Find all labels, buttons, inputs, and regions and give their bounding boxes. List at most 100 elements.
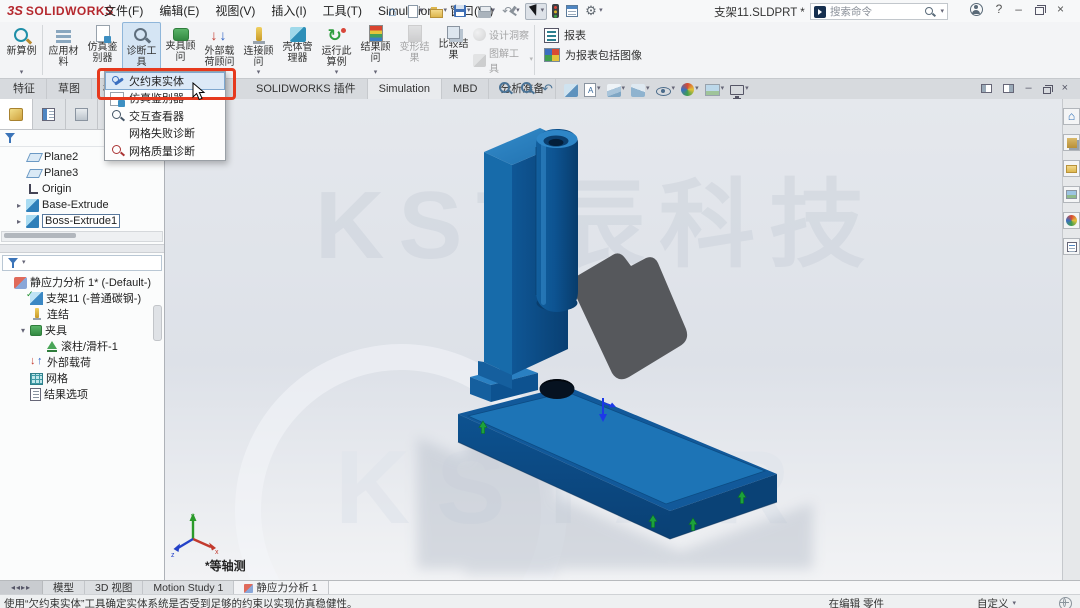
hud-view-orientation-button[interactable]: ▾ — [606, 82, 627, 97]
expand-arrow-icon[interactable]: ▾ — [18, 326, 28, 335]
task-pane-appearances-button[interactable] — [1063, 212, 1080, 229]
menu-item-4[interactable]: 插入(I) — [263, 0, 314, 22]
hud-annotation-view-button[interactable]: ▾ — [583, 82, 602, 97]
qat-rebuild-button[interactable] — [550, 3, 561, 19]
tree-item-Base-Extrude[interactable]: ▸Base-Extrude — [0, 197, 164, 213]
task-pane-design-library-button[interactable] — [1063, 134, 1080, 151]
customize-dropdown-icon[interactable]: ▾ — [1012, 600, 1016, 608]
hud-zoom-area-button[interactable] — [519, 81, 537, 97]
minimize-button[interactable]: – — [1015, 2, 1022, 16]
simulation-tree-filter[interactable]: ▾ — [2, 255, 162, 271]
feature-manager-tab-fm-configurations[interactable] — [66, 99, 99, 129]
hud-hide-show-items-button[interactable]: ▾ — [655, 83, 677, 96]
column-left-face[interactable] — [484, 152, 512, 375]
feature-manager-tab-fm-tree[interactable] — [0, 99, 33, 129]
expand-arrow-icon[interactable]: ▸ — [14, 201, 24, 210]
hud-previous-view-button[interactable] — [541, 81, 559, 97]
close-button[interactable]: × — [1057, 2, 1064, 16]
sim-tree-item[interactable]: 外部载荷 — [0, 354, 164, 370]
qat-print-button[interactable]: ▾ — [476, 4, 498, 19]
ribbon-button-results[interactable]: 结果顾问▾ — [356, 22, 395, 78]
menu-item-网格失败诊断[interactable]: 网格失败诊断 — [105, 125, 225, 143]
magnifier-icon[interactable] — [924, 6, 936, 18]
hud-view-settings-button[interactable]: ▾ — [729, 83, 750, 95]
hud-apply-scene-button[interactable]: ▾ — [704, 82, 726, 96]
hud-section-view-button[interactable] — [563, 82, 579, 97]
doc-minimize-button[interactable]: – — [1025, 82, 1031, 95]
ribbon-button-evaluator[interactable]: 仿真鉴别器 — [83, 22, 122, 78]
ribbon-button-diagnostics[interactable]: 诊断工具▾ — [122, 22, 161, 78]
document-tab-模型[interactable]: 模型 — [43, 581, 85, 595]
command-tab-SOLIDWORKS 插件[interactable]: SOLIDWORKS 插件 — [245, 79, 368, 100]
document-tab-静应力分析 1[interactable]: 静应力分析 1 — [234, 581, 328, 595]
sim-tree-item[interactable]: 连结 — [0, 306, 164, 322]
horizontal-scrollbar[interactable] — [1, 231, 163, 242]
ribbon-button-material[interactable]: 应用材料 — [44, 22, 83, 78]
ribbon-button-loads[interactable]: 外部载荷顾问▾ — [200, 22, 239, 78]
expand-arrow-icon[interactable]: ▸ — [14, 217, 24, 226]
tree-item-Plane3[interactable]: Plane3 — [0, 165, 164, 181]
ribbon-button-shell[interactable]: 壳体管理器 — [278, 22, 317, 78]
ribbon-report-image[interactable]: 为报表包括图像 — [544, 47, 642, 63]
command-tab-特征[interactable]: 特征 — [2, 79, 47, 100]
status-customize[interactable]: 自定义▾ — [977, 596, 1016, 608]
tab-navigation-arrows[interactable]: ◂◂▸▸ — [0, 581, 43, 595]
qat-select-arrow-button[interactable]: ▾ — [525, 3, 548, 20]
document-tab-3D 视图[interactable]: 3D 视图 — [85, 581, 143, 595]
ribbon-report-report[interactable]: 报表 — [544, 27, 642, 43]
qat-open-document-button[interactable]: ▾ — [428, 4, 450, 19]
scrollbar-thumb[interactable] — [4, 233, 76, 238]
ribbon-button-connections[interactable]: 连接顾问▾ — [239, 22, 278, 78]
task-pane-home-button[interactable] — [1063, 108, 1080, 125]
restore-button[interactable] — [1035, 7, 1044, 15]
qat-performance-button[interactable] — [564, 4, 580, 18]
qat-new-document-button[interactable]: ▾ — [406, 4, 425, 19]
task-pane-view-palette-button[interactable] — [1063, 186, 1080, 203]
sim-tree-item[interactable]: 结果选项 — [0, 386, 164, 402]
tree-item-Boss-Extrude1[interactable]: ▸Boss-Extrude1 — [0, 213, 164, 229]
sim-tree-item[interactable]: 网格 — [0, 370, 164, 386]
search-dropdown-icon[interactable]: ▾ — [940, 8, 944, 16]
ribbon-button-new-study[interactable]: 新算例▾ — [2, 22, 41, 78]
menu-item-2[interactable]: 编辑(E) — [151, 0, 207, 22]
command-tab-草图[interactable]: 草图 — [47, 79, 92, 100]
menu-item-1[interactable]: 文件(F) — [96, 0, 151, 22]
doc-close-button[interactable]: × — [1062, 82, 1068, 95]
sim-tree-item[interactable]: ▾夹具 — [0, 322, 164, 338]
ribbon-button-compare[interactable]: 比较结果 — [434, 22, 473, 78]
sim-tree-item[interactable]: 滚柱/滑杆-1 — [0, 338, 164, 354]
qat-home2-button[interactable] — [386, 3, 403, 19]
qat-save-button[interactable]: ▾ — [452, 4, 473, 18]
user-account-icon[interactable] — [970, 3, 983, 16]
document-tab-Motion Study 1[interactable]: Motion Study 1 — [143, 581, 234, 595]
pane-left-icon[interactable] — [981, 84, 992, 93]
3d-model-canvas[interactable] — [165, 99, 1062, 580]
menu-item-3[interactable]: 视图(V) — [207, 0, 263, 22]
hud-display-style-button[interactable]: ▾ — [630, 82, 651, 97]
command-tab-MBD[interactable]: MBD — [442, 79, 489, 100]
command-tab-Simulation[interactable]: Simulation — [368, 79, 442, 100]
graphics-viewport[interactable]: KST辰科技 KSTAR — [165, 99, 1062, 580]
hud-zoom-fit-button[interactable] — [497, 81, 515, 97]
menu-item-网格质量诊断[interactable]: 网格质量诊断 — [105, 142, 225, 160]
hud-edit-appearance-button[interactable]: ▾ — [680, 82, 700, 96]
panel-collapse-handle[interactable] — [153, 305, 162, 341]
panel-splitter[interactable] — [0, 244, 164, 253]
task-pane-file-explorer-button[interactable] — [1063, 160, 1080, 177]
ribbon-button-fixture[interactable]: 夹具顾问▾ — [161, 22, 200, 78]
filter-dropdown-icon[interactable]: ▾ — [22, 259, 26, 267]
sim-tree-item[interactable]: 支架11 (-普通碳钢-) — [0, 290, 164, 306]
pane-right-icon[interactable] — [1003, 84, 1014, 93]
task-pane-custom-properties-button[interactable] — [1063, 238, 1080, 255]
feature-manager-tab-fm-properties[interactable] — [33, 99, 66, 129]
menu-item-交互查看器[interactable]: 交互查看器 — [105, 107, 225, 125]
globe-icon[interactable] — [1059, 597, 1072, 608]
menu-item-欠约束实体[interactable]: 欠约束实体 — [105, 72, 225, 90]
menu-item-5[interactable]: 工具(T) — [315, 0, 370, 22]
help-icon[interactable]: ? — [996, 2, 1003, 16]
menu-item-仿真鉴别器[interactable]: 仿真鉴别器 — [105, 90, 225, 108]
qat-undo-button[interactable]: ▾ — [500, 4, 522, 19]
sim-tree-item[interactable]: 静应力分析 1* (-Default-) — [0, 274, 164, 290]
search-input[interactable]: 搜索命令 ▾ — [810, 3, 948, 20]
doc-restore-button[interactable] — [1043, 87, 1051, 94]
